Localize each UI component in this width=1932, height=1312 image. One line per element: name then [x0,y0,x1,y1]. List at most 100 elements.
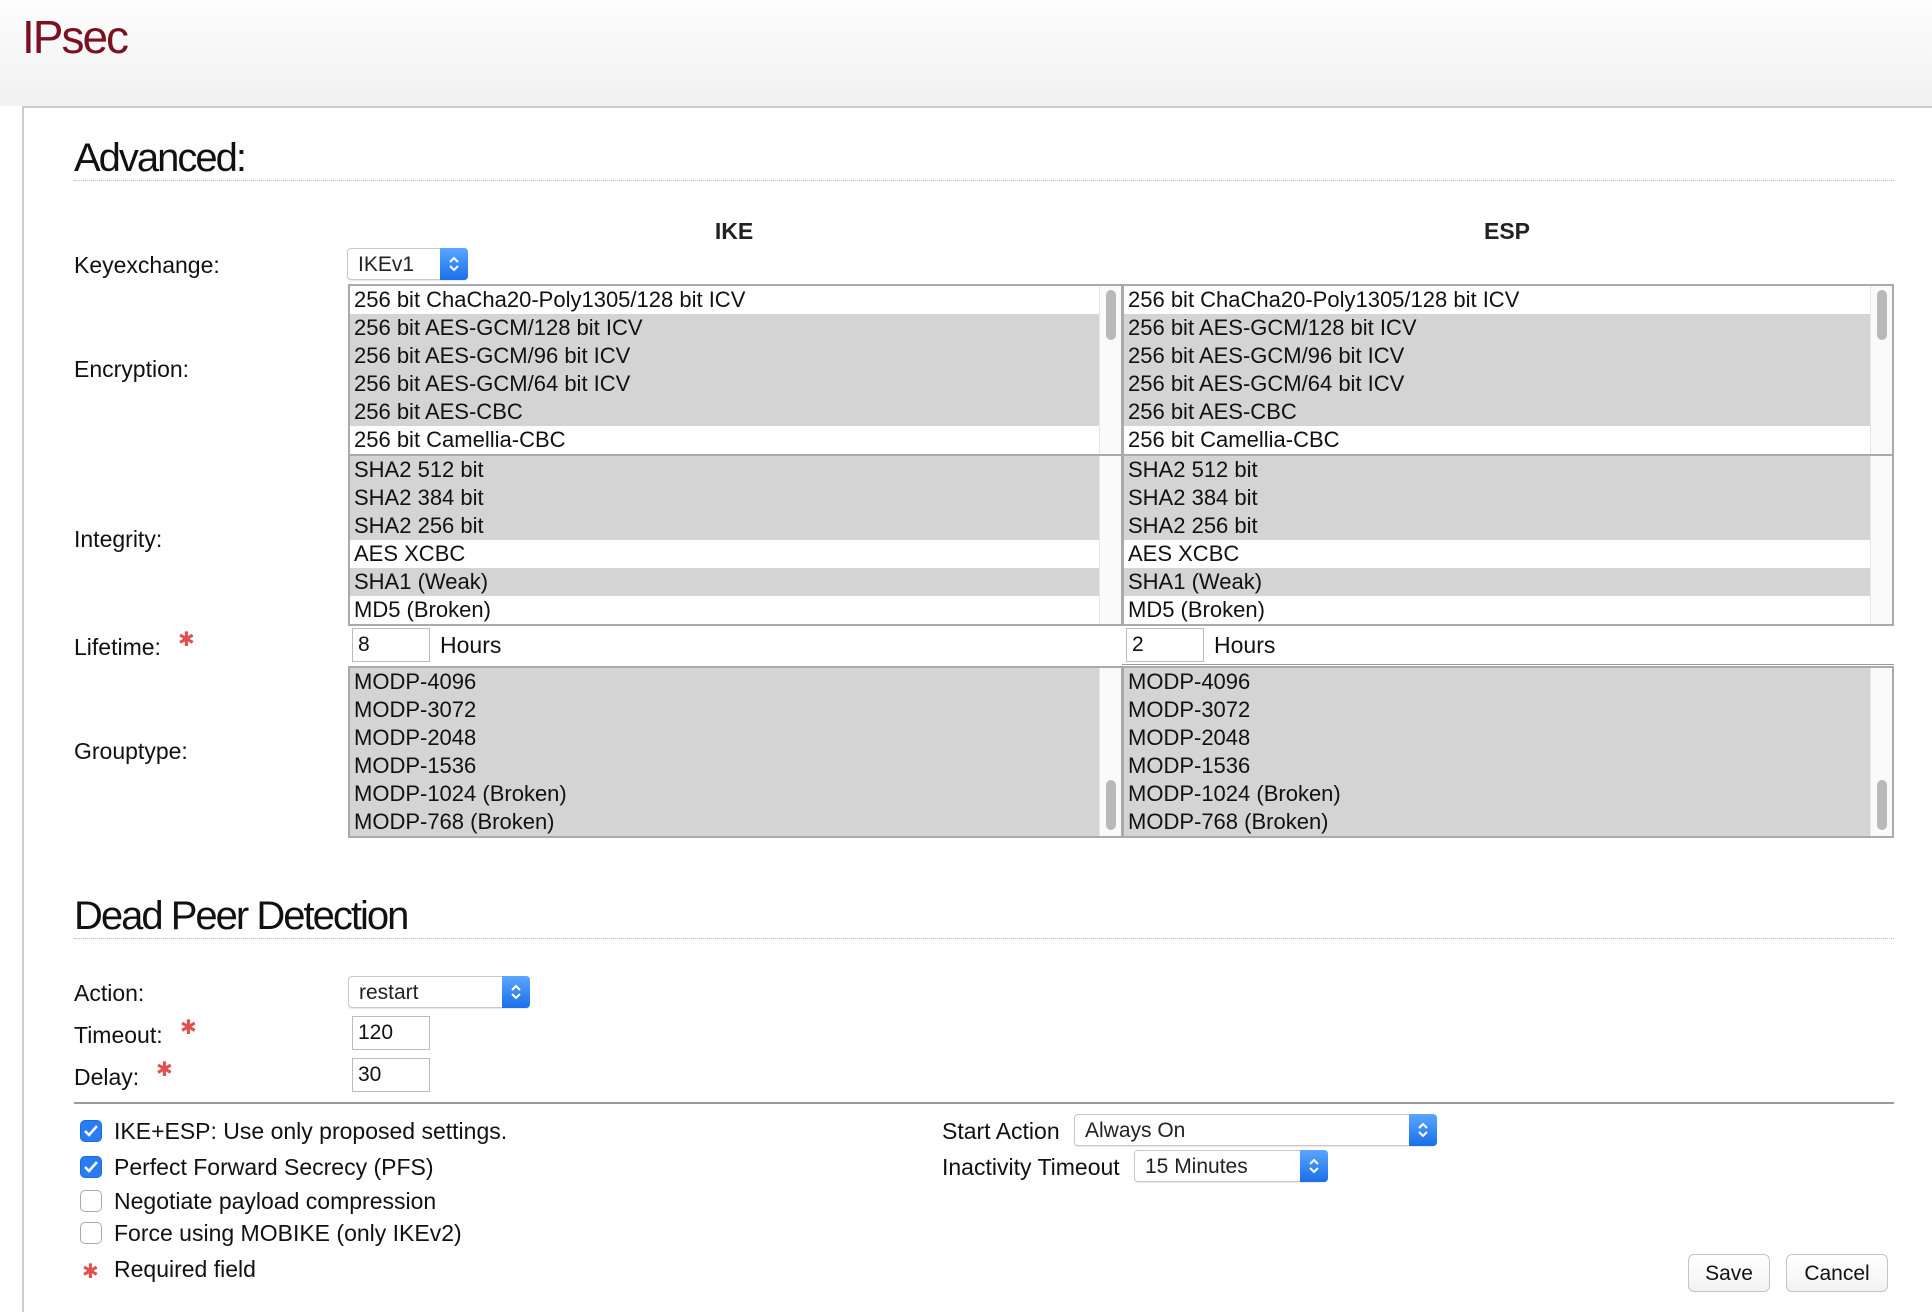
scrollbar[interactable] [1099,456,1121,624]
column-header-ike: IKE [714,218,754,244]
list-option[interactable]: 256 bit AES-GCM/96 bit ICV [1124,342,1892,370]
scrollbar[interactable] [1099,286,1121,454]
list-option[interactable]: MODP-1024 (Broken) [1124,780,1892,808]
list-option[interactable]: SHA2 256 bit [1124,512,1892,540]
checkbox-proposed-settings[interactable] [80,1120,102,1142]
ike-lifetime-input[interactable]: 8 [352,628,430,662]
list-option[interactable]: MODP-1024 (Broken) [350,780,1121,808]
list-option[interactable]: MODP-768 (Broken) [1124,808,1892,836]
dpd-title: Dead Peer Detection [74,894,409,938]
list-option[interactable]: 256 bit AES-GCM/128 bit ICV [350,314,1121,342]
list-option[interactable]: 256 bit AES-CBC [350,398,1121,426]
list-option[interactable]: AES XCBC [350,540,1121,568]
list-option[interactable]: MD5 (Broken) [1124,596,1892,624]
list-items: 256 bit ChaCha20-Poly1305/128 bit ICV 256… [1124,286,1892,454]
keyexchange-select[interactable]: IKEv1 [347,248,468,280]
delay-input[interactable]: 30 [352,1058,430,1092]
list-option[interactable]: 256 bit AES-GCM/64 bit ICV [350,370,1121,398]
scrollbar-thumb[interactable] [1106,780,1116,830]
list-items: MODP-4096 MODP-3072 MODP-2048 MODP-1536 MODP… [350,668,1121,836]
integrity-label: Integrity: [74,526,163,552]
ike-encryption-list[interactable]: 256 bit ChaCha20-Poly1305/128 bit ICV 256… [348,284,1123,456]
keyexchange-label: Keyexchange: [74,252,220,278]
list-option[interactable]: AES XCBC [1124,540,1892,568]
scrollbar-thumb[interactable] [1877,780,1887,830]
list-items: SHA2 512 bit SHA2 384 bit SHA2 256 bit AES … [350,456,1121,624]
scrollbar[interactable] [1099,668,1121,836]
list-option[interactable]: MODP-768 (Broken) [350,808,1121,836]
ike-grouptype-list[interactable]: MODP-4096 MODP-3072 MODP-2048 MODP-1536 MODP… [348,666,1123,838]
list-option[interactable]: 256 bit Camellia-CBC [1124,426,1892,454]
list-option[interactable]: 256 bit AES-GCM/128 bit ICV [1124,314,1892,342]
divider [74,1102,1894,1104]
list-option[interactable]: MODP-1536 [1124,752,1892,780]
action-select[interactable]: restart [348,976,530,1008]
scrollbar[interactable] [1870,668,1892,836]
checkbox-label: Negotiate payload compression [114,1188,437,1214]
save-button[interactable]: Save [1688,1254,1770,1292]
scrollbar-thumb[interactable] [1106,290,1116,340]
list-option[interactable]: 256 bit ChaCha20-Poly1305/128 bit ICV [350,286,1121,314]
required-asterisk-icon: ✱ [180,1017,197,1039]
checkbox-pfs[interactable] [80,1156,102,1178]
list-option[interactable]: 256 bit ChaCha20-Poly1305/128 bit ICV [1124,286,1892,314]
ike-lifetime-unit: Hours [440,632,502,658]
delay-label: Delay: [74,1064,140,1090]
required-asterisk-icon: ✱ [82,1261,99,1283]
list-option[interactable]: SHA2 384 bit [350,484,1121,512]
list-option[interactable]: MODP-4096 [350,668,1121,696]
list-option[interactable]: SHA1 (Weak) [1124,568,1892,596]
checkbox-compression[interactable] [80,1190,102,1212]
required-note: Required field [114,1256,256,1282]
divider [1122,664,1894,665]
action-label: Action: [74,980,145,1006]
list-option[interactable]: MODP-1536 [350,752,1121,780]
list-option[interactable]: SHA2 512 bit [1124,456,1892,484]
list-option[interactable]: 256 bit AES-CBC [1124,398,1892,426]
list-option[interactable]: SHA2 384 bit [1124,484,1892,512]
list-option[interactable]: MODP-2048 [350,724,1121,752]
esp-integrity-list[interactable]: SHA2 512 bit SHA2 384 bit SHA2 256 bit AES … [1122,454,1894,626]
cancel-button[interactable]: Cancel [1786,1254,1888,1292]
settings-panel: Advanced: IKE ESP Keyexchange: IKEv1 Enc… [22,106,1932,1312]
page-header: IPsec [0,0,1932,106]
list-option[interactable]: MODP-3072 [1124,696,1892,724]
list-option[interactable]: SHA1 (Weak) [350,568,1121,596]
esp-encryption-list[interactable]: 256 bit ChaCha20-Poly1305/128 bit ICV 256… [1122,284,1894,456]
list-option[interactable]: MODP-2048 [1124,724,1892,752]
start-action-label: Start Action [942,1118,1060,1144]
scrollbar[interactable] [1870,286,1892,454]
list-option[interactable]: MD5 (Broken) [350,596,1121,624]
list-option[interactable]: MODP-3072 [350,696,1121,724]
section-rule [74,180,1894,181]
checkbox-mobike[interactable] [80,1222,102,1244]
grouptype-label: Grouptype: [74,738,188,764]
list-option[interactable]: 256 bit Camellia-CBC [350,426,1121,454]
list-option[interactable]: SHA2 256 bit [350,512,1121,540]
esp-lifetime-input[interactable]: 2 [1126,628,1204,662]
required-asterisk-icon: ✱ [178,629,195,651]
timeout-label: Timeout: [74,1022,163,1048]
list-option[interactable]: SHA2 512 bit [350,456,1121,484]
column-header-esp: ESP [1483,218,1531,244]
keyexchange-value: IKEv1 [358,253,415,276]
inactivity-timeout-value: 15 Minutes [1145,1155,1248,1178]
scrollbar[interactable] [1870,456,1892,624]
timeout-input[interactable]: 120 [352,1016,430,1050]
select-stepper-icon [502,976,530,1008]
start-action-select[interactable]: Always On [1074,1114,1437,1146]
list-option[interactable]: MODP-4096 [1124,668,1892,696]
list-items: 256 bit ChaCha20-Poly1305/128 bit ICV 256… [350,286,1121,454]
list-option[interactable]: 256 bit AES-GCM/96 bit ICV [350,342,1121,370]
required-asterisk-icon: ✱ [156,1059,173,1081]
list-items: MODP-4096 MODP-3072 MODP-2048 MODP-1536 MODP… [1124,668,1892,836]
ike-integrity-list[interactable]: SHA2 512 bit SHA2 384 bit SHA2 256 bit AES … [348,454,1123,626]
checkmark-icon [84,1161,98,1173]
scrollbar-thumb[interactable] [1877,290,1887,340]
advanced-title: Advanced: [74,136,247,180]
page-title: IPsec [22,11,129,63]
list-option[interactable]: 256 bit AES-GCM/64 bit ICV [1124,370,1892,398]
select-stepper-icon [440,248,468,280]
esp-grouptype-list[interactable]: MODP-4096 MODP-3072 MODP-2048 MODP-1536 MODP… [1122,666,1894,838]
inactivity-timeout-select[interactable]: 15 Minutes [1134,1150,1328,1182]
